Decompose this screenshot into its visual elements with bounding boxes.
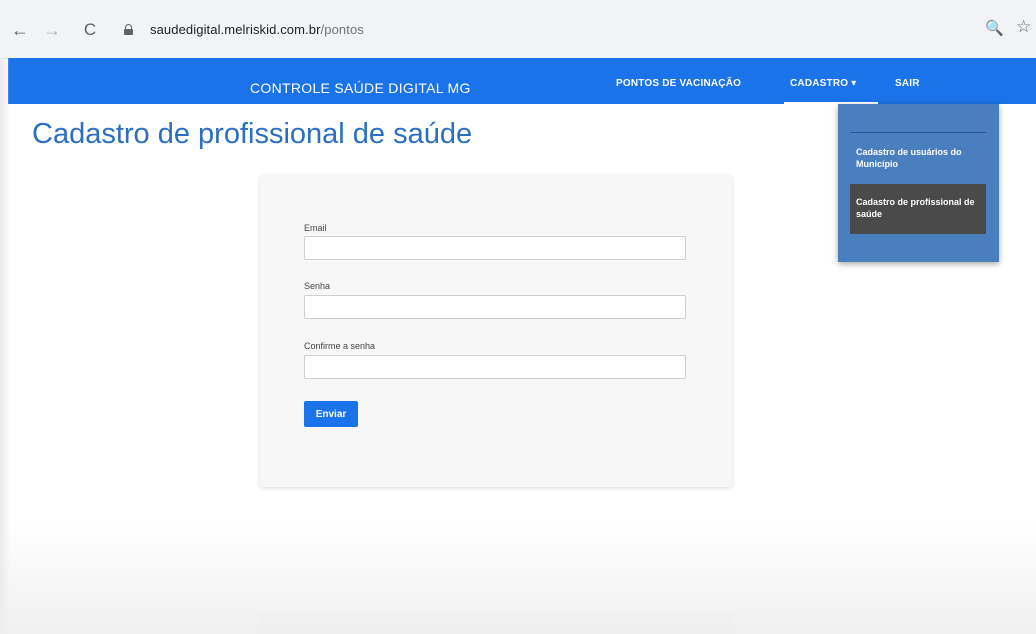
- page-title: Cadastro de profissional de saúde: [32, 118, 473, 150]
- forward-arrow-icon[interactable]: →: [42, 20, 62, 40]
- browser-toolbar: ← → C saudedigital.melriskid.com.br/pont…: [0, 0, 1036, 59]
- submit-button[interactable]: Enviar: [304, 401, 358, 427]
- zoom-icon[interactable]: 🔍: [985, 19, 1004, 37]
- back-arrow-icon[interactable]: ←: [10, 20, 30, 40]
- nav-link-sair[interactable]: SAIR: [895, 78, 920, 89]
- confirm-password-label: Confirme a senha: [304, 341, 376, 351]
- password-field[interactable]: [304, 295, 686, 319]
- password-label: Senha: [304, 281, 331, 291]
- registration-form-card: Email Senha Confirme a senha Enviar: [260, 175, 732, 487]
- screen-edge-shade: [0, 58, 10, 634]
- email-label: Email: [304, 223, 327, 233]
- url-domain: saudedigital.melriskid.com.br: [150, 22, 321, 37]
- confirm-password-field[interactable]: [304, 355, 686, 379]
- dropdown-item-cadastro-usuarios[interactable]: Cadastro de usuários do Município: [850, 146, 986, 170]
- dropdown-divider: [850, 132, 986, 133]
- lock-icon[interactable]: [124, 24, 133, 35]
- bookmark-star-icon[interactable]: ☆: [1016, 17, 1031, 37]
- brand-title[interactable]: CONTROLE SAÚDE DIGITAL MG: [250, 80, 471, 96]
- email-field[interactable]: [304, 236, 686, 260]
- secondary-card: [260, 616, 732, 634]
- url-text[interactable]: saudedigital.melriskid.com.br/pontos: [150, 22, 364, 37]
- nav-link-cadastro-dropdown[interactable]: CADASTRO ▾: [790, 78, 856, 89]
- cadastro-dropdown-menu: Cadastro de usuários do Município Cadast…: [838, 104, 999, 262]
- dropdown-item-cadastro-profissional[interactable]: Cadastro de profissional de saúde: [850, 184, 986, 234]
- reload-icon[interactable]: C: [80, 20, 100, 40]
- address-bar[interactable]: saudedigital.melriskid.com.br/pontos: [112, 18, 1007, 42]
- app-navbar: CONTROLE SAÚDE DIGITAL MG PONTOS DE VACI…: [8, 58, 1036, 104]
- nav-link-pontos-vacinacao[interactable]: PONTOS DE VACINAÇÃO: [616, 78, 741, 89]
- url-path: /pontos: [320, 22, 364, 37]
